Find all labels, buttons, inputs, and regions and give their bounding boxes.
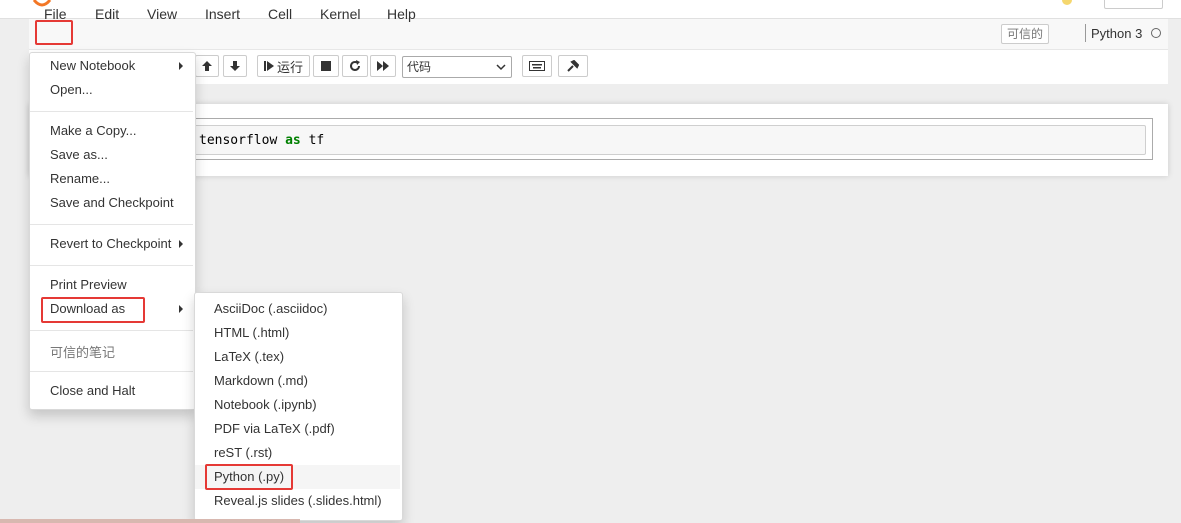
arrow-down-icon: [230, 61, 240, 71]
download-item-pdf[interactable]: PDF via LaTeX (.pdf): [214, 421, 335, 436]
menu-item-trusted-notebook[interactable]: 可信的笔记: [50, 342, 115, 361]
highlight-python-py: [205, 464, 293, 490]
menu-item-open[interactable]: Open...: [50, 82, 93, 97]
restart-button[interactable]: [342, 55, 368, 77]
menu-item-save-checkpoint[interactable]: Save and Checkpoint: [50, 195, 174, 210]
menu-edit[interactable]: Edit: [95, 6, 119, 22]
move-down-button[interactable]: [223, 55, 247, 77]
menu-divider: [30, 371, 193, 372]
logout-button[interactable]: [1104, 0, 1163, 9]
stop-icon: [321, 61, 331, 71]
code-line: tensorflow as tf: [199, 133, 324, 148]
caret-right-icon: [179, 305, 183, 313]
download-item-rest[interactable]: reST (.rst): [214, 445, 272, 460]
menu-divider: [30, 265, 193, 266]
menu-item-new-notebook[interactable]: New Notebook: [50, 58, 135, 73]
download-item-asciidoc[interactable]: AsciiDoc (.asciidoc): [214, 301, 327, 316]
notebook-header: [0, 0, 1181, 19]
cell-type-select[interactable]: 代码: [402, 56, 512, 78]
menu-item-revert-checkpoint[interactable]: Revert to Checkpoint: [50, 236, 171, 251]
step-forward-icon: [263, 61, 274, 71]
user-icon: [1062, 0, 1072, 5]
code-text-suffix: tf: [300, 133, 325, 148]
kernel-divider: [1085, 24, 1086, 42]
download-item-html[interactable]: HTML (.html): [214, 325, 289, 340]
menu-item-close-halt[interactable]: Close and Halt: [50, 383, 135, 398]
kernel-name: Python 3: [1091, 26, 1143, 41]
restart-icon: [350, 60, 360, 71]
menu-kernel[interactable]: Kernel: [320, 6, 360, 22]
cell-type-value: 代码: [407, 60, 432, 74]
trusted-indicator[interactable]: 可信的: [1001, 24, 1049, 44]
bottom-strip: [0, 519, 300, 523]
caret-right-icon: [179, 240, 183, 248]
chevron-down-icon: [496, 64, 506, 71]
menu-divider: [30, 111, 193, 112]
fast-forward-icon: [376, 61, 389, 71]
arrow-up-icon: [202, 61, 212, 71]
highlight-file-menu: [35, 20, 73, 45]
menu-item-rename[interactable]: Rename...: [50, 171, 110, 186]
download-item-notebook[interactable]: Notebook (.ipynb): [214, 397, 317, 412]
menu-view[interactable]: View: [147, 6, 177, 22]
run-button[interactable]: 运行: [257, 55, 310, 77]
keyboard-shortcuts-button[interactable]: [522, 55, 552, 77]
download-item-reveal-slides[interactable]: Reveal.js slides (.slides.html): [214, 493, 382, 508]
keyboard-icon: [529, 61, 545, 71]
menubar: [29, 19, 1168, 50]
command-palette-button[interactable]: [558, 55, 588, 77]
interrupt-button[interactable]: [313, 55, 339, 77]
menu-help[interactable]: Help: [387, 6, 416, 22]
restart-run-all-button[interactable]: [370, 55, 396, 77]
menu-item-make-copy[interactable]: Make a Copy...: [50, 123, 136, 138]
menu-divider: [30, 330, 193, 331]
wrench-icon: [567, 60, 579, 72]
menu-cell[interactable]: Cell: [268, 6, 292, 22]
menu-divider: [30, 224, 193, 225]
download-item-markdown[interactable]: Markdown (.md): [214, 373, 308, 388]
run-label: 运行: [276, 59, 303, 75]
caret-right-icon: [179, 62, 183, 70]
menu-item-save-as[interactable]: Save as...: [50, 147, 108, 162]
code-text: tensorflow: [199, 133, 286, 148]
kernel-status-icon: [1151, 28, 1161, 38]
menu-insert[interactable]: Insert: [205, 6, 240, 22]
move-up-button[interactable]: [195, 55, 219, 77]
download-item-latex[interactable]: LaTeX (.tex): [214, 349, 284, 364]
menu-item-print-preview[interactable]: Print Preview: [50, 277, 127, 292]
code-keyword: as: [285, 133, 301, 148]
highlight-download-as: [41, 297, 145, 323]
